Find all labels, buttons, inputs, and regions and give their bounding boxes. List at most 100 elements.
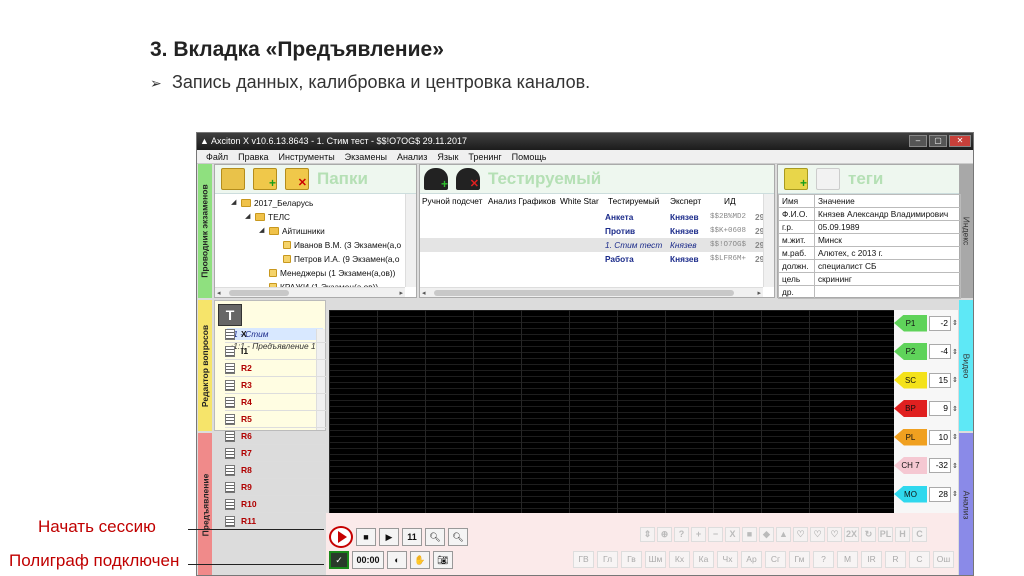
toolbar-icon[interactable]: PL [878, 527, 893, 542]
polygraph-connected-icon[interactable]: ✓ [329, 551, 349, 569]
abbr-button[interactable]: ГВ [573, 551, 594, 568]
spinner-icon[interactable]: ⇕ [952, 405, 958, 413]
tree-item[interactable]: ◢ 2017_Беларусь [231, 196, 313, 210]
abbr-button[interactable]: Ош [933, 551, 954, 568]
tree-item[interactable]: Петров И.А. (9 Экзамен(а,о [283, 252, 399, 266]
remove-person-icon[interactable]: ✕ [456, 168, 480, 190]
toolbar-icon[interactable]: ◆ [759, 527, 774, 542]
menu-analysis[interactable]: Анализ [392, 150, 432, 163]
menu-training[interactable]: Тренинг [463, 150, 506, 163]
channel-value-input[interactable]: 9 [929, 401, 951, 416]
tab-analysis[interactable]: Анализ [959, 433, 973, 575]
add-folder-icon[interactable]: + [253, 168, 277, 190]
tree-item[interactable]: ◢ ТЕЛС [245, 210, 290, 224]
abbr-button[interactable]: Ар [741, 551, 762, 568]
tab-video[interactable]: Видео [959, 300, 973, 431]
table-row[interactable]: должн. специалист СБ [778, 259, 961, 273]
record-counter[interactable]: 11 [402, 528, 422, 546]
open-folder-icon[interactable] [221, 168, 245, 190]
abbr-button[interactable]: Гл [597, 551, 618, 568]
toolbar-icon[interactable]: 2X [844, 527, 859, 542]
question-item[interactable]: X [225, 326, 326, 343]
question-item[interactable]: R8 [225, 462, 326, 479]
table-row[interactable]: м.жит. Минск [778, 233, 961, 247]
table-row-selected[interactable]: 1. Стим тест Князев $$!O7OG$ 29. [420, 238, 767, 252]
toolbar-icon[interactable]: ⊕ [657, 527, 672, 542]
play-icon[interactable]: ▶ [379, 528, 399, 546]
question-item[interactable]: R6 [225, 428, 326, 445]
toolbar-icon[interactable]: C [912, 527, 927, 542]
channel-value-input[interactable]: -4 [929, 344, 951, 359]
channel-label[interactable]: MO [894, 485, 927, 503]
channel-label[interactable]: SC [894, 371, 927, 389]
question-item[interactable]: R9 [225, 479, 326, 496]
toolbar-icon[interactable]: X [725, 527, 740, 542]
channel-label[interactable]: BP [894, 400, 927, 417]
channel-row[interactable]: CH 7 -32 ⇕ [894, 455, 958, 477]
spinner-icon[interactable]: ⇕ [952, 433, 958, 441]
settings-icon[interactable]: ◐ [387, 551, 407, 569]
toolbar-icon[interactable]: − [708, 527, 723, 542]
toolbar-icon[interactable]: ♡ [793, 527, 808, 542]
tree-item[interactable]: Менеджеры (1 Экзамен(а,ов)) [269, 266, 395, 280]
spinner-icon[interactable]: ⇕ [952, 319, 958, 327]
polygraph-chart[interactable] [329, 310, 896, 513]
channel-value-input[interactable]: 28 [929, 486, 951, 502]
tested-hscroll[interactable]: ◂ ▸ [420, 287, 763, 297]
col-manual[interactable]: Ручной подсчет [422, 196, 482, 206]
abbr-button[interactable]: R [885, 551, 906, 568]
channel-label[interactable]: CH 7 [894, 457, 927, 474]
toolbar-icon[interactable]: ■ [742, 527, 757, 542]
zoom-in-icon[interactable]: 🔍︎ [425, 528, 445, 546]
spinner-icon[interactable]: ⇕ [952, 462, 958, 470]
close-button[interactable]: ✕ [949, 135, 971, 147]
abbr-button[interactable]: Гм [789, 551, 810, 568]
channel-row[interactable]: MO 28 ⇕ [894, 483, 958, 505]
channel-label[interactable]: P2 [894, 343, 927, 360]
folders-vscroll[interactable] [405, 194, 416, 287]
delete-folder-icon[interactable]: ✕ [285, 168, 309, 190]
table-row[interactable]: Работа Князев $$LFR6M+ 29. [420, 252, 767, 266]
table-row[interactable]: Против Князев $$K+0608 29. [420, 224, 767, 238]
abbr-button[interactable]: Шм [645, 551, 666, 568]
menu-file[interactable]: Файл [201, 150, 233, 163]
toolbar-icon[interactable]: + [691, 527, 706, 542]
start-session-button[interactable] [329, 526, 353, 548]
text-tool-icon[interactable]: T [218, 304, 242, 326]
person-icon[interactable]: + [424, 168, 448, 190]
channel-label[interactable]: P1 [894, 314, 927, 332]
table-row[interactable]: г.р. 05.09.1989 [778, 220, 961, 234]
add-tag-icon[interactable]: + [784, 168, 808, 190]
abbr-button[interactable]: М [837, 551, 858, 568]
table-row[interactable]: цель скрининг [778, 272, 961, 286]
minimize-button[interactable]: – [909, 135, 927, 147]
channel-value-input[interactable]: -32 [929, 458, 951, 473]
toolbar-icon[interactable]: ? [674, 527, 689, 542]
abbr-button[interactable]: IR [861, 551, 882, 568]
col-tested[interactable]: Тестируемый [608, 196, 659, 206]
tab-index[interactable]: Индекс [959, 164, 973, 298]
stop-icon[interactable]: ■ [356, 528, 376, 546]
tested-vscroll[interactable] [763, 194, 774, 287]
toolbar-icon[interactable]: ♡ [827, 527, 842, 542]
channel-row[interactable]: SC 15 ⇕ [894, 369, 958, 391]
question-item[interactable]: R2 [225, 360, 326, 377]
abbr-button[interactable]: С [909, 551, 930, 568]
channel-row[interactable]: BP 9 ⇕ [894, 398, 958, 420]
question-item[interactable]: I1 [225, 343, 326, 360]
spinner-icon[interactable]: ⇕ [952, 490, 958, 498]
toolbar-icon[interactable]: ▲ [776, 527, 791, 542]
tree-item[interactable]: Иванов В.М. (3 Экзамен(а,о [283, 238, 401, 252]
col-id[interactable]: ИД [724, 196, 736, 206]
abbr-button[interactable]: Кх [669, 551, 690, 568]
channel-value-input[interactable]: 15 [929, 372, 951, 388]
remove-tag-icon[interactable] [816, 168, 840, 190]
abbr-button[interactable]: Гв [621, 551, 642, 568]
question-item[interactable]: R3 [225, 377, 326, 394]
hand-icon[interactable]: ✋ [410, 551, 430, 569]
folders-hscroll[interactable]: ◂ ▸ [215, 287, 405, 297]
toolbar-icon[interactable]: ↻ [861, 527, 876, 542]
channel-row[interactable]: PL 10 ⇕ [894, 426, 958, 448]
maximize-button[interactable]: ▢ [929, 135, 947, 147]
tab-question-editor[interactable]: Редактор вопросов [198, 300, 212, 431]
